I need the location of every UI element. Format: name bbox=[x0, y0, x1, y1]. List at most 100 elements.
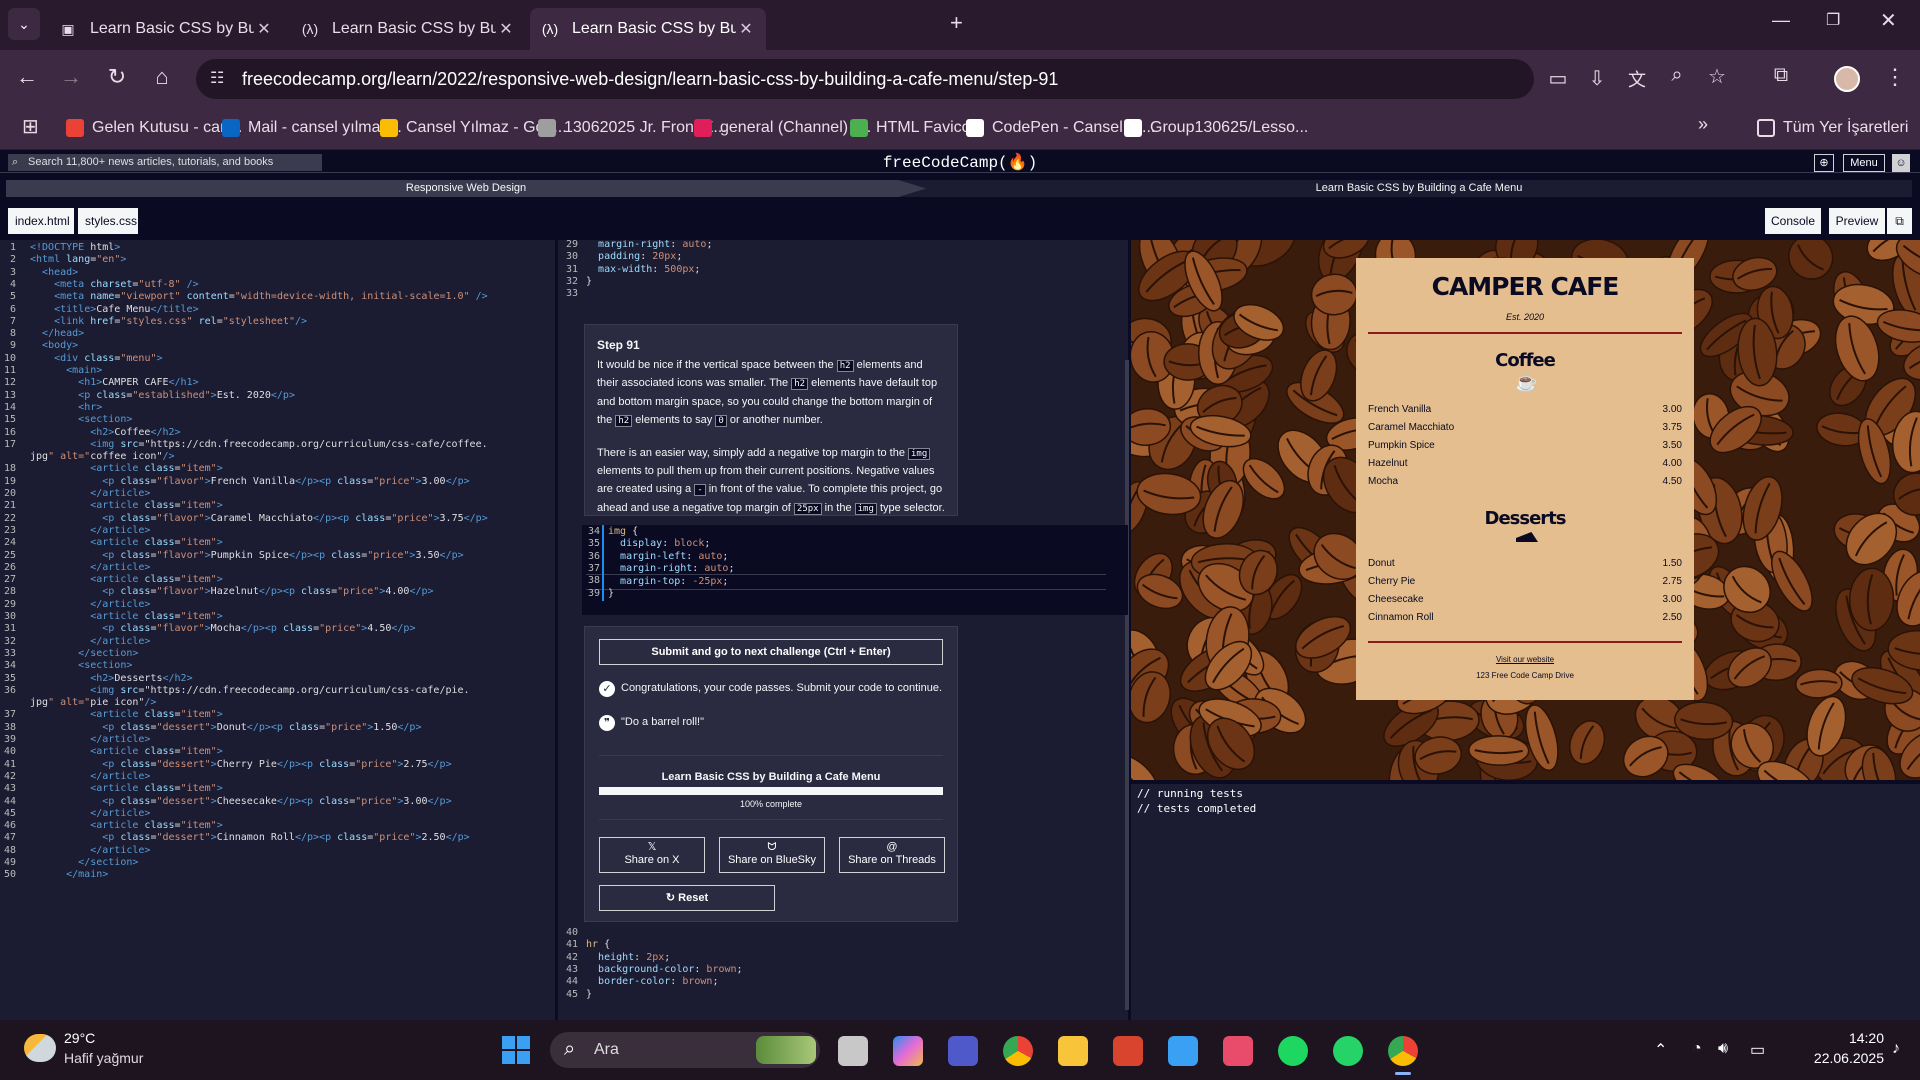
code-line[interactable]: </article> bbox=[30, 845, 150, 857]
popout-preview-icon[interactable]: ⧉ bbox=[1887, 208, 1912, 234]
address-bar[interactable]: ☷ freecodecamp.org/learn/2022/responsive… bbox=[196, 59, 1534, 99]
website-link[interactable]: Visit our website bbox=[1356, 655, 1694, 664]
app-icon[interactable] bbox=[1113, 1036, 1143, 1066]
url-text[interactable]: freecodecamp.org/learn/2022/responsive-w… bbox=[242, 69, 1058, 90]
close-tab-icon[interactable]: ✕ bbox=[254, 19, 274, 39]
clock-date[interactable]: 22.06.2025 bbox=[1784, 1050, 1884, 1066]
whatsapp-icon[interactable] bbox=[1333, 1036, 1363, 1066]
all-bookmarks[interactable]: Tüm Yer İşaretleri bbox=[1757, 114, 1908, 142]
tab-index-html[interactable]: index.html bbox=[8, 208, 74, 234]
file-explorer-icon[interactable] bbox=[1058, 1036, 1088, 1066]
code-line[interactable]: <p class="flavor">Hazelnut</p><p class="… bbox=[30, 586, 433, 598]
fcc-search-input[interactable]: ⌕ Search 11,800+ news articles, tutorial… bbox=[8, 154, 322, 171]
code-line[interactable]: </article> bbox=[30, 771, 150, 783]
code-line[interactable]: </main> bbox=[30, 869, 108, 881]
css-code-line[interactable]: margin-top: -25px; bbox=[586, 574, 1106, 591]
code-line[interactable]: <p class="dessert">Donut</p><p class="pr… bbox=[30, 722, 421, 734]
user-avatar[interactable]: ☺ bbox=[1892, 154, 1910, 172]
translate-icon[interactable]: 文 bbox=[1622, 66, 1652, 92]
editor-scrollbar[interactable] bbox=[1125, 360, 1129, 1010]
code-line[interactable]: <article class="item"> bbox=[30, 463, 223, 475]
more-bookmarks-icon[interactable]: » bbox=[1698, 114, 1708, 135]
copilot-icon[interactable] bbox=[893, 1036, 923, 1066]
install-icon[interactable]: ⇩ bbox=[1582, 66, 1612, 91]
weather-icon[interactable] bbox=[24, 1034, 56, 1062]
chrome-icon[interactable] bbox=[1003, 1036, 1033, 1066]
preview-button[interactable]: Preview bbox=[1829, 208, 1885, 234]
breadcrumb-superblock[interactable]: Responsive Web Design bbox=[6, 180, 926, 197]
code-line[interactable]: <img src="https://cdn.freecodecamp.org/c… bbox=[30, 439, 487, 451]
code-line[interactable]: <img src="https://cdn.freecodecamp.org/c… bbox=[30, 685, 469, 697]
code-line[interactable]: <h2>Coffee</h2> bbox=[30, 427, 180, 439]
chrome-icon[interactable] bbox=[1388, 1036, 1418, 1066]
code-line[interactable]: <article class="item"> bbox=[30, 537, 223, 549]
tray-chevron-icon[interactable]: ⌃ bbox=[1654, 1040, 1667, 1060]
code-line[interactable]: </article> bbox=[30, 808, 150, 820]
start-icon[interactable] bbox=[502, 1036, 530, 1064]
weather-temp[interactable]: 29°C bbox=[64, 1030, 95, 1046]
css-code-line[interactable]: } bbox=[586, 275, 592, 289]
clipboard-icon[interactable]: ▭ bbox=[1543, 66, 1573, 91]
extensions-icon[interactable]: ⧉ bbox=[1766, 64, 1796, 87]
breadcrumb-block[interactable]: Learn Basic CSS by Building a Cafe Menu bbox=[920, 180, 1918, 197]
code-line[interactable]: <article class="item"> bbox=[30, 574, 223, 586]
code-line[interactable]: <article class="item"> bbox=[30, 500, 223, 512]
notification-bell-icon[interactable]: ♪ bbox=[1892, 1040, 1900, 1058]
browser-menu-icon[interactable]: ⋮ bbox=[1880, 64, 1910, 90]
teams-icon[interactable] bbox=[948, 1036, 978, 1066]
code-line[interactable]: </section> bbox=[30, 648, 138, 660]
profile-avatar[interactable] bbox=[1834, 66, 1860, 92]
site-info-icon[interactable]: ☷ bbox=[210, 68, 224, 88]
editable-region[interactable]: 34 img {35 display: block; 36 margin-left:… bbox=[582, 525, 1128, 615]
browser-tab[interactable]: ▣ Learn Basic CSS by Building a C✕ bbox=[48, 8, 284, 50]
code-line[interactable]: <article class="item"> bbox=[30, 820, 223, 832]
bookmark-item[interactable]: Mail - cansel yılmaz... bbox=[222, 114, 402, 142]
close-tab-icon[interactable]: ✕ bbox=[736, 19, 756, 39]
code-line[interactable]: <p class="dessert">Cherry Pie</p><p clas… bbox=[30, 759, 451, 771]
code-line[interactable]: <!DOCTYPE html> bbox=[30, 242, 120, 254]
taskbar-search[interactable]: ⌕ Ara bbox=[550, 1032, 820, 1068]
home-icon[interactable]: ⌂ bbox=[147, 64, 177, 90]
back-icon[interactable]: ← bbox=[12, 64, 42, 90]
code-line[interactable]: </article> bbox=[30, 734, 150, 746]
code-line[interactable]: <p class="flavor">French Vanilla</p><p c… bbox=[30, 476, 469, 488]
bookmark-item[interactable]: Gelen Kutusu - can... bbox=[66, 114, 242, 142]
code-line[interactable]: jpg" alt="pie icon"/> bbox=[30, 697, 156, 709]
code-line[interactable]: <body> bbox=[30, 340, 78, 352]
code-line[interactable]: <main> bbox=[30, 365, 102, 377]
bookmark-item[interactable]: HTML Favicon bbox=[850, 114, 979, 142]
code-line[interactable]: <article class="item"> bbox=[30, 783, 223, 795]
wifi-icon[interactable]: ◔ bbox=[1692, 1040, 1702, 1058]
css-code-line[interactable]: border-color: brown; bbox=[586, 975, 718, 989]
css-code-line[interactable]: } bbox=[586, 988, 592, 1002]
code-line[interactable]: <p class="flavor">Mocha</p><p class="pri… bbox=[30, 623, 415, 635]
code-line[interactable]: <hr> bbox=[30, 402, 102, 414]
browser-tab[interactable]: (λ) Learn Basic CSS by Building a C✕ bbox=[530, 8, 766, 50]
reload-icon[interactable]: ↻ bbox=[102, 64, 132, 90]
code-line[interactable]: <p class="established">Est. 2020</p> bbox=[30, 390, 295, 402]
code-line[interactable]: <p class="dessert">Cheesecake</p><p clas… bbox=[30, 796, 451, 808]
browser-tab[interactable]: (λ) Learn Basic CSS by Building a C✕ bbox=[290, 8, 526, 50]
code-line[interactable]: <meta name="viewport" content="width=dev… bbox=[30, 291, 488, 303]
fcc-logo[interactable]: freeCodeCamp(🔥) bbox=[860, 152, 1060, 172]
css-code-line[interactable]: max-width: 500px; bbox=[586, 263, 700, 277]
language-globe-icon[interactable]: ⊕ bbox=[1814, 154, 1834, 172]
code-line[interactable]: <article class="item"> bbox=[30, 709, 223, 721]
code-line[interactable]: <div class="menu"> bbox=[30, 353, 162, 365]
code-line[interactable]: <h2>Desserts</h2> bbox=[30, 673, 192, 685]
code-line[interactable]: <meta charset="utf-8" /> bbox=[30, 279, 199, 291]
code-line[interactable]: <p class="flavor">Pumpkin Spice</p><p cl… bbox=[30, 550, 463, 562]
weather-desc[interactable]: Hafif yağmur bbox=[64, 1050, 143, 1066]
forward-icon[interactable]: → bbox=[56, 64, 86, 90]
volume-icon[interactable]: 🔊︎ bbox=[1718, 1040, 1728, 1058]
notepad-icon[interactable] bbox=[1168, 1036, 1198, 1066]
html-editor[interactable]: 1 <!DOCTYPE html> 2 <html lang="en"> 3 <head… bbox=[0, 240, 555, 1020]
code-line[interactable]: </section> bbox=[30, 857, 138, 869]
task-view-icon[interactable] bbox=[838, 1036, 868, 1066]
share-threads-button[interactable]: @ Share on Threads bbox=[839, 837, 945, 873]
code-line[interactable]: </article> bbox=[30, 636, 150, 648]
code-line[interactable]: jpg" alt="coffee icon"/> bbox=[30, 451, 175, 463]
code-line[interactable]: <html lang="en"> bbox=[30, 254, 126, 266]
code-line[interactable]: <link href="styles.css" rel="stylesheet"… bbox=[30, 316, 307, 328]
close-tab-icon[interactable]: ✕ bbox=[496, 19, 516, 39]
